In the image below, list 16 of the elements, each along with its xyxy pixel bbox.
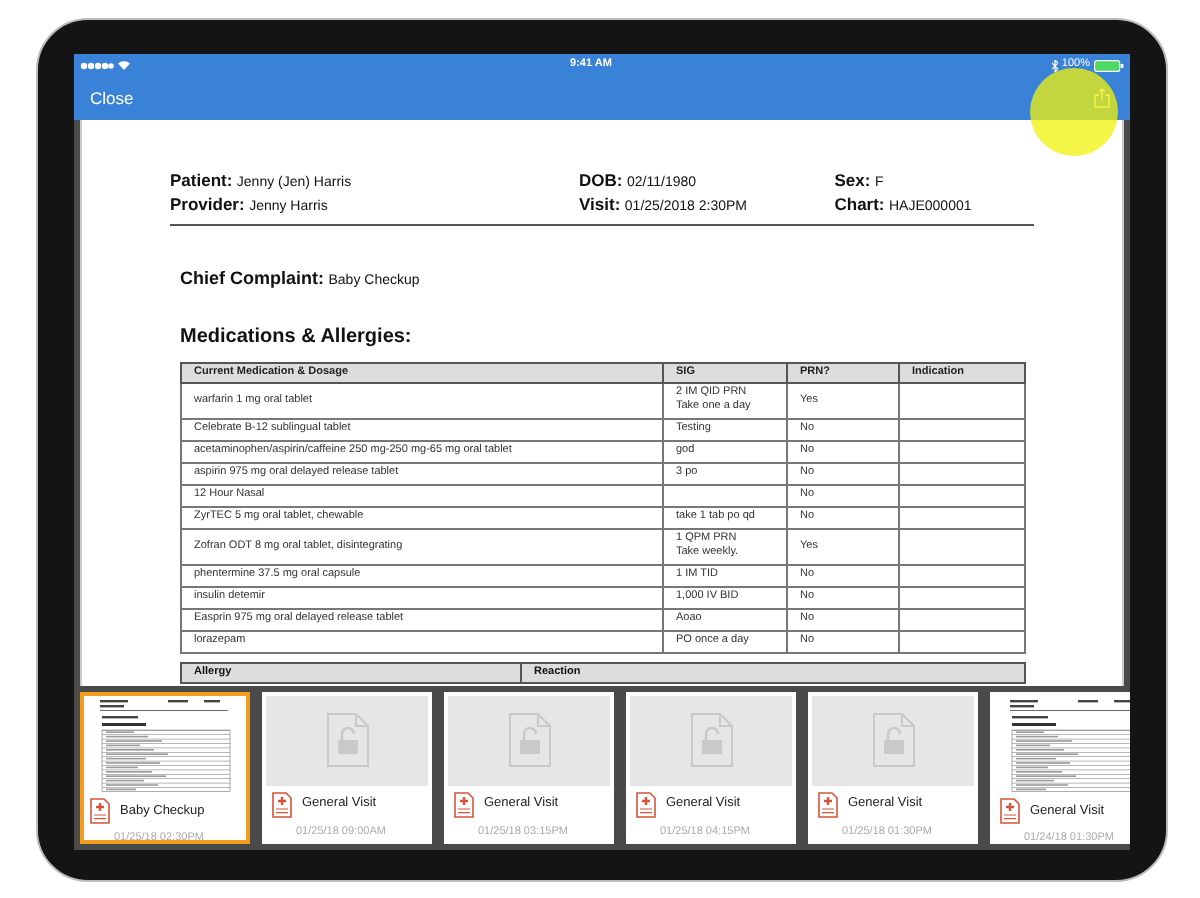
- pdf-file-icon: [454, 791, 474, 818]
- section-heading: Medications & Allergies:: [180, 323, 414, 351]
- pdf-file-icon: [1000, 798, 1020, 824]
- pdf-file-icon: [90, 798, 110, 824]
- battery-icon: [1094, 59, 1124, 71]
- pdf-file-icon: [818, 791, 838, 818]
- pdf-file-icon: [636, 791, 656, 818]
- locked-file-icon: [871, 712, 915, 769]
- locked-file-icon: [507, 712, 551, 769]
- locked-file-icon: [689, 712, 733, 769]
- close-button[interactable]: Close: [90, 85, 134, 111]
- bluetooth-icon: [1051, 59, 1058, 71]
- signal-icon: [80, 61, 114, 69]
- pdf-file-icon: [272, 791, 292, 818]
- locked-file-icon: [325, 712, 369, 769]
- wifi-icon: [118, 60, 130, 70]
